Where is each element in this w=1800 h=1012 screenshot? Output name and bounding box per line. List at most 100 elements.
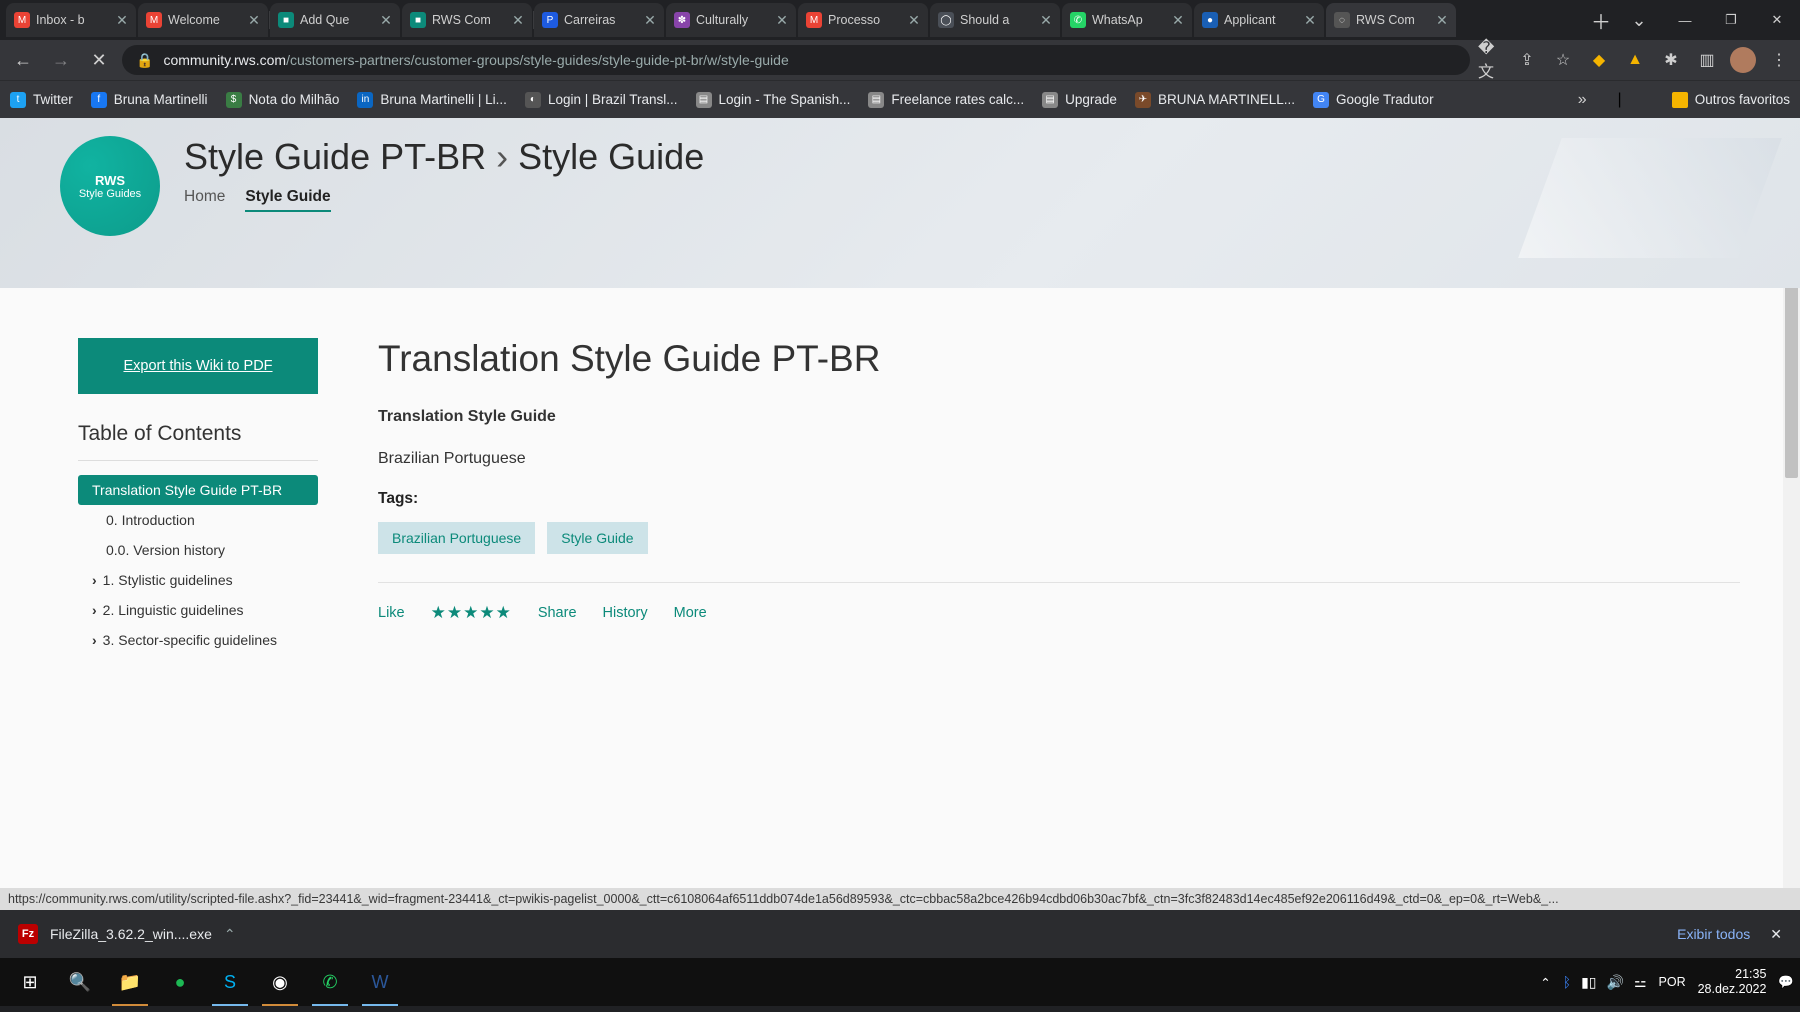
- taskbar-whatsapp[interactable]: ✆: [306, 958, 354, 1006]
- wifi-icon[interactable]: ⚍: [1634, 974, 1647, 991]
- bookmark-item[interactable]: tTwitter: [10, 92, 73, 108]
- taskbar-skype[interactable]: S: [206, 958, 254, 1006]
- browser-tab[interactable]: ✆WhatsAp✕: [1062, 3, 1192, 37]
- title-group[interactable]: Style Guide PT-BR: [184, 136, 486, 178]
- download-item[interactable]: Fz FileZilla_3.62.2_win....exe ⌃: [18, 924, 236, 944]
- start-button[interactable]: ⊞: [6, 958, 54, 1006]
- downloads-show-all[interactable]: Exibir todos: [1677, 926, 1750, 942]
- window-close[interactable]: ✕: [1754, 0, 1800, 40]
- tab-close-icon[interactable]: ✕: [512, 12, 524, 29]
- ime-indicator[interactable]: POR: [1659, 975, 1686, 989]
- share-button[interactable]: Share: [538, 605, 577, 621]
- tabs-dropdown[interactable]: ⌄: [1616, 0, 1662, 40]
- browser-tab[interactable]: ●Applicant✕: [1194, 3, 1324, 37]
- bookmark-item[interactable]: $Nota do Milhão: [226, 92, 340, 108]
- history-button[interactable]: History: [603, 605, 648, 621]
- profile-avatar[interactable]: [1730, 47, 1756, 73]
- hero-text: Style Guide PT-BR › Style Guide Home Sty…: [184, 136, 704, 288]
- crumb-style-guide[interactable]: Style Guide: [245, 188, 330, 212]
- taskbar-spotify[interactable]: ●: [156, 958, 204, 1006]
- tab-close-icon[interactable]: ✕: [380, 12, 392, 29]
- tab-favicon: ◌: [1334, 12, 1350, 28]
- window-maximize[interactable]: ❐: [1708, 0, 1754, 40]
- more-button[interactable]: More: [674, 605, 707, 621]
- toc-item-sector[interactable]: 3. Sector-specific guidelines: [78, 625, 318, 655]
- browser-tab[interactable]: MProcesso✕: [798, 3, 928, 37]
- bookmark-favicon: in: [357, 92, 373, 108]
- browser-tab[interactable]: ■RWS Com✕: [402, 3, 532, 37]
- battery-icon[interactable]: ▮▯: [1581, 974, 1596, 991]
- tag-brazilian-portuguese[interactable]: Brazilian Portuguese: [378, 522, 535, 554]
- tab-close-icon[interactable]: ✕: [908, 12, 920, 29]
- bookmark-item[interactable]: fBruna Martinelli: [91, 92, 208, 108]
- action-center-icon[interactable]: 💬: [1778, 975, 1794, 990]
- tab-close-icon[interactable]: ✕: [116, 12, 128, 29]
- tab-close-icon[interactable]: ✕: [1040, 12, 1052, 29]
- ext-drive-icon[interactable]: ▲: [1622, 47, 1648, 73]
- bookmark-item[interactable]: ▤Upgrade: [1042, 92, 1117, 108]
- browser-tab[interactable]: ◯Should a✕: [930, 3, 1060, 37]
- windows-taskbar: ⊞ 🔍 📁 ● S ◉ ✆ W ⌃ ᛒ ▮▯ 🔊 ⚍ POR 21:35 28.…: [0, 958, 1800, 1006]
- main-content: Translation Style Guide PT-BR Translatio…: [378, 338, 1740, 655]
- crumb-home[interactable]: Home: [184, 188, 225, 212]
- bookmark-item[interactable]: ▤Login - The Spanish...: [696, 92, 851, 108]
- taskbar-explorer[interactable]: 📁: [106, 958, 154, 1006]
- browser-tab[interactable]: ■Add Que✕: [270, 3, 400, 37]
- nav-forward[interactable]: →: [46, 45, 76, 75]
- bookmark-label: Bruna Martinelli: [114, 92, 208, 107]
- sidepanel-icon[interactable]: ▥: [1694, 47, 1720, 73]
- bookmark-item[interactable]: inBruna Martinelli | Li...: [357, 92, 507, 108]
- browser-tab[interactable]: PCarreiras✕: [534, 3, 664, 37]
- bookmark-favicon: ▤: [696, 92, 712, 108]
- tab-label: Add Que: [300, 13, 374, 27]
- window-minimize[interactable]: —: [1662, 0, 1708, 40]
- group-badge[interactable]: RWS Style Guides: [60, 136, 160, 236]
- ext-1-icon[interactable]: ◆: [1586, 47, 1612, 73]
- taskbar-chrome[interactable]: ◉: [256, 958, 304, 1006]
- toc-item-stylistic[interactable]: 1. Stylistic guidelines: [78, 565, 318, 595]
- nav-stop[interactable]: ✕: [84, 45, 114, 75]
- bookmark-item[interactable]: ✈BRUNA MARTINELL...: [1135, 92, 1295, 108]
- chrome-menu-icon[interactable]: ⋮: [1766, 47, 1792, 73]
- download-chevron-icon[interactable]: ⌃: [224, 926, 236, 943]
- nav-back[interactable]: ←: [8, 45, 38, 75]
- url-box[interactable]: 🔒 community.rws.com/customers-partners/c…: [122, 45, 1470, 75]
- tag-style-guide[interactable]: Style Guide: [547, 522, 647, 554]
- toc-item-active[interactable]: Translation Style Guide PT-BR: [78, 475, 318, 505]
- browser-tab[interactable]: MInbox - b✕: [6, 3, 136, 37]
- taskbar-search[interactable]: 🔍: [56, 958, 104, 1006]
- tray-chevron-icon[interactable]: ⌃: [1540, 975, 1550, 990]
- bookmark-item[interactable]: GGoogle Tradutor: [1313, 92, 1434, 108]
- bookmark-item[interactable]: ◐Login | Brazil Transl...: [525, 92, 678, 108]
- downloads-bar: Fz FileZilla_3.62.2_win....exe ⌃ Exibir …: [0, 910, 1800, 958]
- export-pdf-button[interactable]: Export this Wiki to PDF: [78, 338, 318, 394]
- toc-item-intro[interactable]: 0. Introduction: [78, 505, 318, 535]
- browser-tab[interactable]: ◌RWS Com✕: [1326, 3, 1456, 37]
- page-body: Export this Wiki to PDF Table of Content…: [0, 288, 1800, 655]
- toc-item-version[interactable]: 0.0. Version history: [78, 535, 318, 565]
- rating-stars[interactable]: ★★★★★: [431, 603, 512, 623]
- like-button[interactable]: Like: [378, 605, 405, 621]
- bookmark-star-icon[interactable]: ☆: [1550, 47, 1576, 73]
- toc-item-linguistic[interactable]: 2. Linguistic guidelines: [78, 595, 318, 625]
- extensions-icon[interactable]: ✱: [1658, 47, 1684, 73]
- browser-tab[interactable]: MWelcome✕: [138, 3, 268, 37]
- tab-close-icon[interactable]: ✕: [248, 12, 260, 29]
- other-bookmarks[interactable]: Outros favoritos: [1672, 92, 1790, 108]
- bookmarks-overflow[interactable]: »: [1574, 91, 1591, 109]
- tab-close-icon[interactable]: ✕: [1304, 12, 1316, 29]
- tab-close-icon[interactable]: ✕: [644, 12, 656, 29]
- volume-icon[interactable]: 🔊: [1607, 974, 1624, 991]
- tab-close-icon[interactable]: ✕: [776, 12, 788, 29]
- share-icon[interactable]: ⇪: [1514, 47, 1540, 73]
- taskbar-clock[interactable]: 21:35 28.dez.2022: [1698, 967, 1767, 997]
- browser-tab[interactable]: ✽Culturally✕: [666, 3, 796, 37]
- tab-close-icon[interactable]: ✕: [1436, 12, 1448, 29]
- downloads-close-icon[interactable]: ✕: [1770, 926, 1782, 943]
- new-tab-button[interactable]: ＋: [1586, 5, 1616, 35]
- bookmark-item[interactable]: ▤Freelance rates calc...: [868, 92, 1024, 108]
- bluetooth-icon[interactable]: ᛒ: [1563, 974, 1571, 990]
- tab-close-icon[interactable]: ✕: [1172, 12, 1184, 29]
- translate-icon[interactable]: �文: [1478, 47, 1504, 73]
- taskbar-word[interactable]: W: [356, 958, 404, 1006]
